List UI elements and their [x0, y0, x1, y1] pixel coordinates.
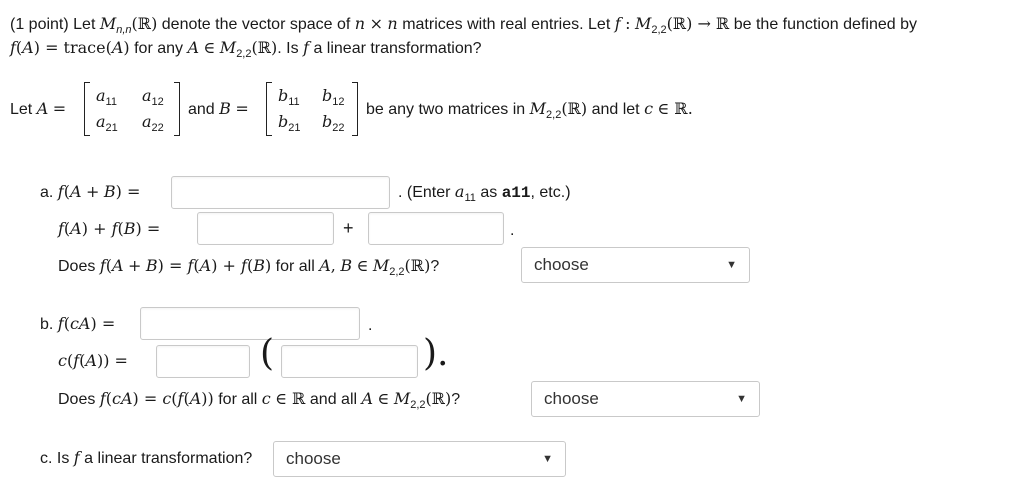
- matrix-b-cell-21: b21: [278, 112, 301, 134]
- f-b-input[interactable]: [368, 212, 504, 245]
- part-c-text: a linear transformation?: [84, 450, 253, 467]
- part-b-label: b.: [40, 316, 54, 333]
- f-ca-field[interactable]: [141, 308, 359, 339]
- hint-suffix: , etc.): [530, 184, 571, 201]
- setup-and-label: and B =: [188, 99, 249, 118]
- problem-intro-line1: (1 point) Let Mn,n(ℝ) denote the vector …: [10, 14, 917, 36]
- matrix-b: b11 b12 b21 b22: [266, 82, 358, 136]
- intro-prefix: (1 point) Let: [10, 16, 96, 33]
- f-a-field[interactable]: [198, 213, 333, 244]
- intro-text1: denote the vector space of: [161, 16, 351, 33]
- f-a-inner-input[interactable]: [281, 345, 418, 378]
- question-mid2: and all: [309, 391, 358, 408]
- question-suffix: ?: [430, 258, 440, 275]
- f-a-input[interactable]: [197, 212, 334, 245]
- hint-prefix: . (Enter: [398, 184, 451, 201]
- part-b-line2: c(f(A)) =: [58, 351, 128, 370]
- intro-text3: be the function defined by: [733, 16, 917, 33]
- part-a-hint: . (Enter a11 as a11, etc.): [398, 182, 571, 204]
- bracket-right: [174, 82, 180, 136]
- setup-tail-text2: and let: [591, 101, 640, 118]
- chevron-down-icon: ▼: [726, 259, 737, 271]
- c-scalar-field[interactable]: [157, 346, 249, 377]
- question-mid1: for all: [218, 391, 258, 408]
- part-c-question: c. Is f a linear transformation?: [40, 448, 253, 467]
- select-value: choose: [286, 449, 341, 468]
- let-text: Let: [10, 101, 33, 118]
- f-a-inner-field[interactable]: [282, 346, 417, 377]
- select-value: choose: [544, 389, 599, 408]
- bracket-left: [84, 82, 90, 136]
- matrix-a-cell-21: a21: [96, 112, 118, 134]
- open-paren: (: [260, 333, 275, 374]
- intro-line2-text3: a linear transformation?: [313, 40, 482, 57]
- f-b-field[interactable]: [369, 213, 503, 244]
- bracket-left: [266, 82, 272, 136]
- setup-tail-text: be any two matrices in: [366, 101, 526, 118]
- matrix-a-cell-11: a11: [96, 86, 117, 108]
- period: .: [510, 222, 515, 239]
- setup-let-label: Let A =: [10, 99, 67, 118]
- part-c-choose-select[interactable]: choose ▼: [273, 441, 566, 477]
- part-b-choose-select[interactable]: choose ▼: [531, 381, 760, 417]
- bracket-right: [352, 82, 358, 136]
- intro-text2: matrices with real entries. Let: [402, 16, 611, 33]
- matrix-b-cell-11: b11: [278, 86, 300, 108]
- part-a-question: Does f(A + B) = f(A) + f(B) for all A, B…: [58, 256, 440, 278]
- part-c-label: c. Is: [40, 450, 70, 467]
- intro-line2-text1: for any: [134, 40, 184, 57]
- matrix-b-cell-22: b22: [322, 112, 345, 134]
- f-a-plus-b-input[interactable]: [171, 176, 390, 209]
- question-prefix: Does: [58, 391, 96, 408]
- part-a-line2: f(A) + f(B) =: [58, 219, 161, 238]
- f-ca-input[interactable]: [140, 307, 360, 340]
- problem-intro-line2: f(A) = trace(A) for any A ∈ M2,2(ℝ). Is …: [10, 38, 482, 60]
- matrix-a-cell-12: a12: [142, 86, 164, 108]
- intro-line2-text2: . Is: [277, 40, 299, 57]
- c-scalar-input[interactable]: [156, 345, 250, 378]
- chevron-down-icon: ▼: [736, 393, 747, 405]
- hint-mid: as: [480, 184, 498, 201]
- part-a-line1: a. f(A + B) =: [40, 182, 141, 201]
- select-value: choose: [534, 255, 589, 274]
- part-b-question: Does f(cA) = c(f(A)) for all c ∈ ℝ and a…: [58, 389, 461, 411]
- matrix-a-cell-22: a22: [142, 112, 164, 134]
- matrix-a: a11 a12 a21 a22: [84, 82, 180, 136]
- part-a-choose-select[interactable]: choose ▼: [521, 247, 750, 283]
- question-prefix: Does: [58, 258, 96, 275]
- part-b-line1: b. f(cA) =: [40, 314, 116, 333]
- matrix-b-cell-12: b12: [322, 86, 345, 108]
- question-mid: for all: [275, 258, 315, 275]
- question-suffix: ?: [451, 391, 461, 408]
- chevron-down-icon: ▼: [542, 453, 553, 465]
- plus-sign: +: [343, 218, 354, 238]
- hint-code: a11: [501, 184, 531, 202]
- setup-tail: be any two matrices in M2,2(ℝ) and let c…: [366, 99, 693, 121]
- period: .: [368, 317, 373, 334]
- f-a-plus-b-field[interactable]: [172, 177, 389, 208]
- part-a-label: a.: [40, 184, 54, 201]
- close-paren: ).: [423, 333, 449, 374]
- and-text: and: [188, 101, 215, 118]
